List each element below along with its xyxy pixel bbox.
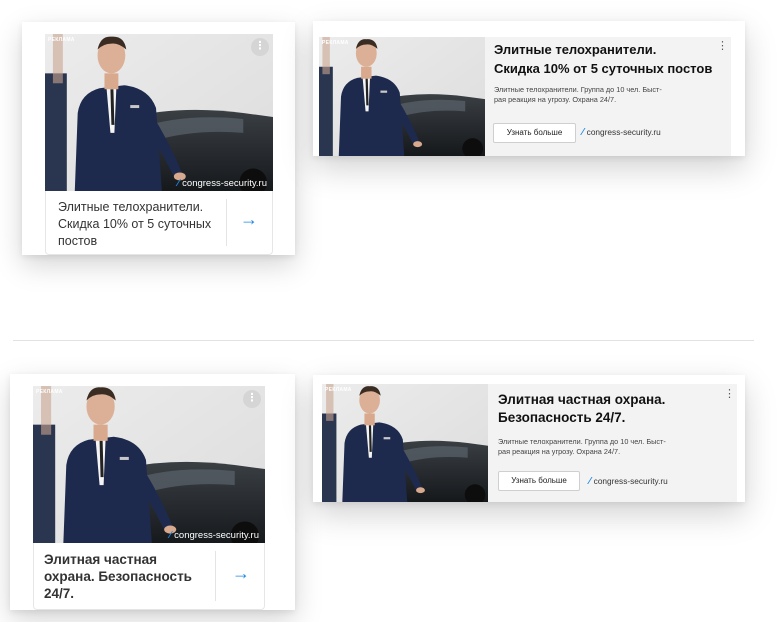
- divider: [215, 551, 216, 601]
- arrow-right-icon[interactable]: →: [232, 563, 250, 584]
- section-divider: [13, 340, 754, 341]
- ad-title-line-1[interactable]: Элитные телохранители.: [494, 42, 656, 57]
- more-options-icon[interactable]: ⋮: [724, 389, 735, 400]
- ad-badge: реклама: [36, 389, 63, 395]
- ad-description-line-2: рая реакция на угрозу. Охрана 24/7.: [498, 447, 621, 456]
- ad-description-line-1: Элитные телохранители. Группа до 10 чел.…: [494, 85, 662, 94]
- ad-footer: Элитная частная охрана. Безопасность 24/…: [33, 543, 265, 610]
- ad-title[interactable]: Элитная частная охрана. Безопасность 24/…: [44, 551, 202, 602]
- arrow-right-icon[interactable]: →: [240, 209, 258, 230]
- ad-image[interactable]: реклама: [319, 37, 485, 156]
- ad-title-line-2[interactable]: Безопасность 24/7.: [498, 410, 625, 425]
- ad-image[interactable]: реклама ⋮ ⁄ congress-security.ru: [45, 34, 273, 192]
- more-options-icon[interactable]: ⋮: [717, 41, 728, 52]
- domain-link[interactable]: ⁄ congress-security.ru: [582, 127, 661, 138]
- ad-card-horizontal-2[interactable]: реклама Элитная частная охрана. Безопасн…: [313, 375, 745, 502]
- ad-badge: реклама: [48, 37, 75, 43]
- ad-card-vertical-1[interactable]: реклама ⋮ ⁄ congress-security.ru Элитные …: [22, 22, 295, 255]
- ad-badge: реклама: [322, 40, 349, 46]
- ad-badge: реклама: [325, 387, 352, 393]
- ad-title[interactable]: Элитные телохранители. Скидка 10% от 5 с…: [58, 199, 216, 250]
- ad-image[interactable]: реклама ⋮ ⁄ congress-security.ru: [33, 386, 265, 544]
- feather-icon: ⁄: [589, 476, 591, 487]
- ad-title-line-2[interactable]: Скидка 10% от 5 суточных постов: [494, 61, 712, 76]
- ad-title-line-1[interactable]: Элитная частная охрана.: [498, 392, 665, 407]
- feather-icon: ⁄: [169, 530, 172, 541]
- domain-overlay: ⁄ congress-security.ru: [177, 178, 268, 189]
- ad-card-vertical-2[interactable]: реклама ⋮ ⁄ congress-security.ru Элитная …: [10, 374, 295, 610]
- ad-card-horizontal-1[interactable]: реклама Элитные телохранители. Скидка 10…: [313, 21, 745, 156]
- learn-more-button[interactable]: Узнать больше: [498, 471, 580, 491]
- domain-overlay: ⁄ congress-security.ru: [169, 530, 260, 541]
- more-options-icon[interactable]: ⋮: [251, 38, 269, 56]
- feather-icon: ⁄: [582, 127, 584, 138]
- divider: [226, 199, 227, 246]
- more-options-icon[interactable]: ⋮: [243, 390, 261, 408]
- feather-icon: ⁄: [177, 178, 180, 189]
- ad-description-line-2: рая реакция на угрозу. Охрана 24/7.: [494, 95, 617, 104]
- ad-footer: Элитные телохранители. Скидка 10% от 5 с…: [45, 191, 273, 255]
- ad-image[interactable]: реклама: [322, 384, 488, 502]
- ad-description-line-1: Элитные телохранители. Группа до 10 чел.…: [498, 437, 666, 446]
- domain-link[interactable]: ⁄ congress-security.ru: [589, 476, 668, 487]
- learn-more-button[interactable]: Узнать больше: [493, 123, 576, 143]
